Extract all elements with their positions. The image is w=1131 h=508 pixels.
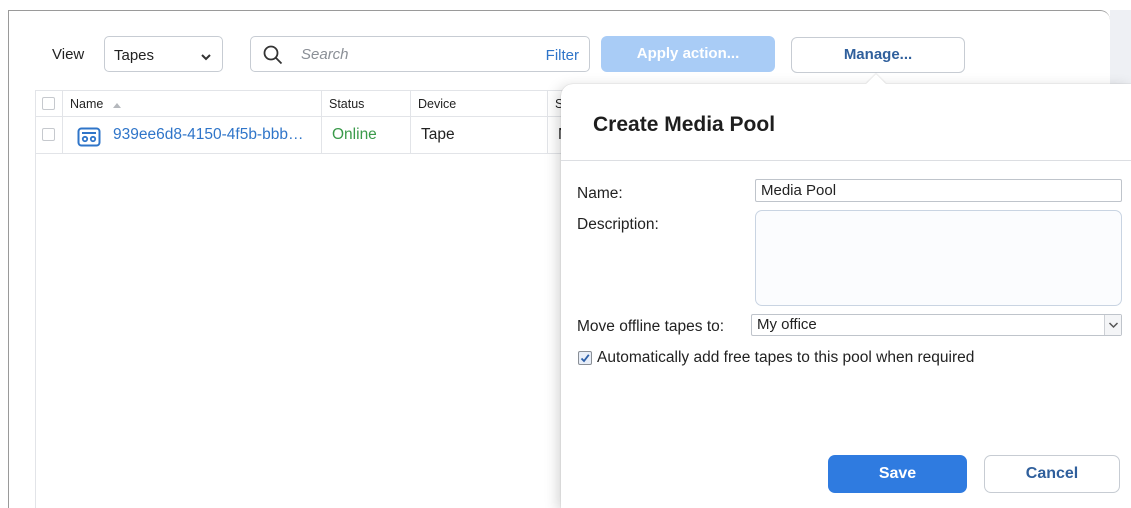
name-field[interactable]: Media Pool — [755, 179, 1122, 202]
auto-add-checkbox[interactable] — [578, 351, 592, 365]
view-label: View — [52, 46, 85, 63]
column-header-device[interactable]: Device — [411, 91, 548, 117]
search-box[interactable]: Filter — [250, 36, 590, 72]
filter-link[interactable]: Filter — [546, 47, 579, 64]
tape-name-link[interactable]: 939ee6d8-4150-4f5b-bbb… — [113, 117, 303, 153]
description-field[interactable] — [755, 210, 1122, 306]
cancel-button[interactable]: Cancel — [984, 455, 1120, 493]
dialog-divider — [561, 160, 1131, 161]
row-checkbox[interactable] — [42, 128, 55, 141]
create-media-pool-dialog: Create Media Pool Name: Media Pool Descr… — [561, 84, 1131, 508]
move-offline-value: My office — [757, 316, 817, 333]
table-header: Name Status Device S — [36, 90, 596, 117]
column-header-status[interactable]: Status — [322, 91, 411, 117]
tapes-table: Name Status Device S 939ee6d8-4150-4f5b-… — [35, 90, 596, 508]
column-header-name-label: Name — [70, 97, 104, 111]
manage-button[interactable]: Manage... — [791, 37, 965, 73]
row-status-cell: Online — [322, 117, 411, 153]
view-select[interactable]: Tapes — [104, 36, 223, 72]
move-offline-select[interactable]: My office — [751, 314, 1122, 336]
search-input[interactable] — [299, 43, 499, 65]
save-button[interactable]: Save — [828, 455, 967, 493]
tape-icon — [77, 125, 101, 153]
select-all-cell — [36, 91, 63, 117]
select-all-checkbox[interactable] — [42, 97, 55, 110]
move-offline-label: Move offline tapes to: — [577, 318, 725, 335]
name-label: Name: — [577, 185, 623, 202]
view-select-value: Tapes — [114, 47, 155, 64]
chevron-down-icon — [1104, 315, 1121, 335]
description-label: Description: — [577, 216, 659, 233]
dialog-title: Create Media Pool — [593, 113, 776, 136]
sort-ascending-icon — [112, 102, 121, 108]
auto-add-label: Automatically add free tapes to this poo… — [597, 349, 975, 366]
row-device-cell: Tape — [411, 117, 548, 153]
row-select-cell — [36, 117, 63, 153]
apply-action-button[interactable]: Apply action... — [601, 36, 775, 72]
table-row[interactable]: 939ee6d8-4150-4f5b-bbb… Online Tape N — [36, 117, 596, 154]
chevron-down-icon — [200, 49, 212, 67]
search-icon — [262, 44, 284, 71]
row-name-cell[interactable]: 939ee6d8-4150-4f5b-bbb… — [63, 117, 322, 153]
column-header-name[interactable]: Name — [63, 91, 322, 117]
